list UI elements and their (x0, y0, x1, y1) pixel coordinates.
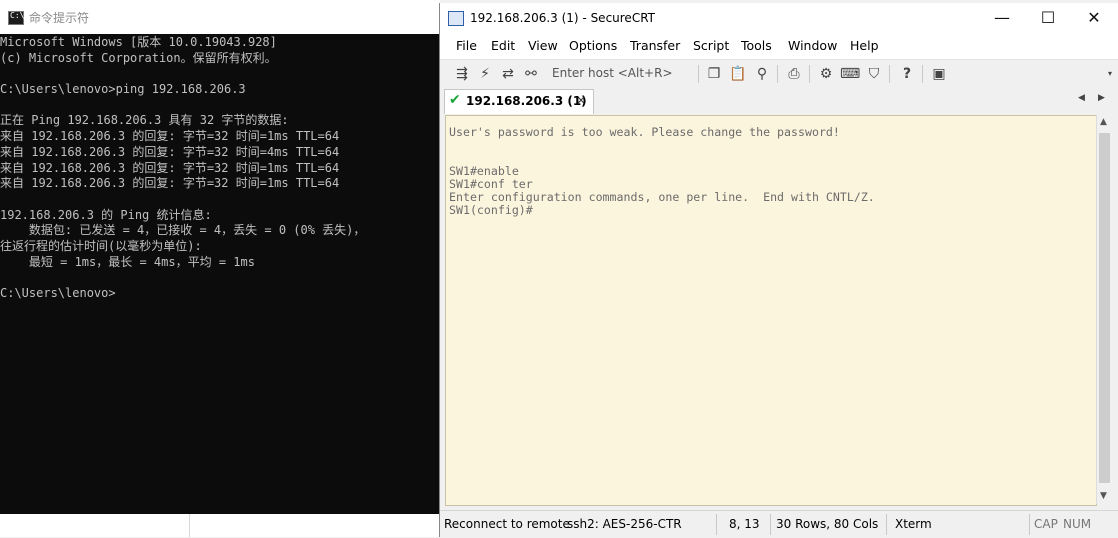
cmd-output: Microsoft Windows [版本 10.0.19043.928] (c)… (0, 35, 365, 302)
script-icon[interactable]: ▣ (929, 64, 949, 84)
securecrt-app-icon (448, 11, 464, 26)
cmd-output-line: Microsoft Windows [版本 10.0.19043.928] (0, 35, 277, 49)
copy-icon[interactable]: ❐ (704, 64, 724, 84)
help-icon[interactable]: ? (897, 64, 917, 84)
reconnect-icon[interactable]: ⇄ (498, 64, 518, 84)
cmd-output-line: 数据包: 已发送 = 4，已接收 = 4，丢失 = 0 (0% 丢失)， (0, 223, 366, 238)
cmd-output-line: 192.168.206.3 的 Ping 统计信息: (0, 207, 212, 222)
cmd-output-line: 最短 = 1ms，最长 = 4ms，平均 = 1ms (0, 254, 255, 269)
cmd-output-line (0, 192, 365, 208)
menu-view[interactable]: View (528, 38, 558, 53)
maximize-button[interactable]: ☐ (1025, 3, 1071, 33)
sftp-icon[interactable]: ⛉ (864, 64, 884, 84)
paste-icon[interactable]: 📋 (728, 64, 748, 84)
find-icon[interactable]: ⚲ (752, 64, 772, 84)
host-placeholder: Enter host <Alt+R> (552, 66, 673, 80)
background-divider (189, 514, 190, 537)
minimize-button[interactable]: — (979, 3, 1025, 33)
toolbar-separator (698, 65, 699, 83)
terminal-line: User's password is too weak. Please chan… (449, 125, 840, 139)
scroll-down-icon[interactable]: ▼ (1100, 491, 1107, 501)
cmd-output-line (0, 270, 365, 286)
toolbar: ⇶ ⚡ ⇄ ⚯ Enter host <Alt+R> ❐ 📋 ⚲ ⎙ ⚙ ⌨ ⛉… (440, 59, 1118, 88)
close-button[interactable]: ✕ (1071, 3, 1117, 33)
status-size: 30 Rows, 80 Cols (776, 517, 879, 531)
status-cursor: 8, 13 (729, 517, 760, 531)
host-input[interactable]: Enter host <Alt+R> (550, 64, 696, 83)
status-term-type: Xterm (895, 517, 932, 531)
menu-transfer[interactable]: Transfer (630, 38, 680, 53)
status-num: NUM (1063, 517, 1092, 531)
session-tab-strip: ✔ 192.168.206.3 (1) × ◀ ▶ (440, 87, 1118, 114)
cmd-title-bar[interactable]: C:\ 命令提示符 (0, 0, 440, 34)
keymap-icon[interactable]: ⌨ (840, 64, 860, 84)
status-separator (886, 514, 887, 535)
cmd-output-line: 来自 192.168.206.3 的回复: 字节=32 时间=1ms TTL=6… (0, 176, 340, 191)
terminal-scrollbar[interactable]: ▲ ▼ (1096, 115, 1113, 504)
status-bar: Reconnect to remote ssh2: AES-256-CTR 8,… (440, 510, 1118, 538)
menu-window[interactable]: Window (788, 38, 837, 53)
securecrt-title-bar[interactable]: 192.168.206.3 (1) - SecureCRT — ☐ ✕ (440, 3, 1118, 33)
cmd-output-line: C:\Users\lenovo>ping 192.168.206.3 (0, 82, 246, 97)
status-protocol: ssh2: AES-256-CTR (567, 517, 682, 531)
cmd-output-line: 往返行程的估计时间(以毫秒为单位): (0, 238, 202, 253)
toolbar-overflow-icon[interactable]: ▾ (1100, 64, 1118, 84)
connected-check-icon: ✔ (449, 92, 461, 108)
menu-edit[interactable]: Edit (491, 38, 515, 53)
menu-bar: File Edit View Options Transfer Script T… (440, 33, 1118, 59)
toolbar-separator (777, 65, 778, 83)
menu-file[interactable]: File (456, 38, 477, 53)
cmd-title: 命令提示符 (29, 11, 90, 25)
terminal-area[interactable]: User's password is too weak. Please chan… (445, 115, 1097, 506)
menu-options[interactable]: Options (569, 38, 617, 53)
cmd-output-line: C:\Users\lenovo> (0, 286, 116, 300)
cmd-output-line: 来自 192.168.206.3 的回复: 字节=32 时间=4ms TTL=6… (0, 144, 340, 159)
status-separator (1029, 514, 1030, 535)
session-tab[interactable]: ✔ 192.168.206.3 (1) × (444, 89, 594, 114)
cmd-output-line (0, 98, 365, 114)
window-title: 192.168.206.3 (1) - SecureCRT (470, 11, 655, 25)
scroll-up-icon[interactable]: ▲ (1100, 117, 1107, 127)
toolbar-separator (809, 65, 810, 83)
quick-connect-icon[interactable]: ⚡ (475, 64, 495, 84)
cmd-output-line (0, 66, 365, 82)
menu-script[interactable]: Script (693, 38, 729, 53)
cmd-output-line: 正在 Ping 192.168.206.3 具有 32 字节的数据: (0, 113, 289, 128)
status-separator (770, 514, 771, 535)
cmd-output-line: 来自 192.168.206.3 的回复: 字节=32 时间=1ms TTL=6… (0, 160, 340, 175)
terminal-output: User's password is too weak. Please chan… (449, 126, 875, 217)
status-cap: CAP (1034, 517, 1058, 531)
tab-close-icon[interactable]: × (576, 93, 586, 107)
terminal-line: SW1(config)# (449, 203, 533, 217)
menu-help[interactable]: Help (850, 38, 879, 53)
background-window-area (0, 514, 440, 537)
status-separator (716, 514, 717, 535)
session-tab-label: 192.168.206.3 (1) (466, 94, 587, 108)
tab-scroll-right-icon[interactable]: ▶ (1098, 93, 1105, 103)
cmd-window: C:\ 命令提示符 Microsoft Windows [版本 10.0.190… (0, 0, 440, 537)
menu-tools[interactable]: Tools (741, 38, 772, 53)
securecrt-window: 192.168.206.3 (1) - SecureCRT — ☐ ✕ File… (439, 3, 1118, 538)
toolbar-separator (889, 65, 890, 83)
connect-icon[interactable]: ⇶ (452, 64, 472, 84)
tab-scroll-left-icon[interactable]: ◀ (1078, 93, 1085, 103)
toolbar-separator (922, 65, 923, 83)
status-message: Reconnect to remote (444, 517, 570, 531)
print-icon[interactable]: ⎙ (784, 64, 804, 84)
disconnect-icon[interactable]: ⚯ (521, 64, 541, 84)
settings-icon[interactable]: ⚙ (816, 64, 836, 84)
cmd-output-line: 来自 192.168.206.3 的回复: 字节=32 时间=1ms TTL=6… (0, 129, 340, 144)
scrollbar-thumb[interactable] (1099, 133, 1110, 483)
cmd-icon: C:\ (8, 11, 24, 25)
cmd-console[interactable]: Microsoft Windows [版本 10.0.19043.928] (c)… (0, 34, 440, 514)
cmd-output-line: (c) Microsoft Corporation。保留所有权利。 (0, 50, 277, 65)
